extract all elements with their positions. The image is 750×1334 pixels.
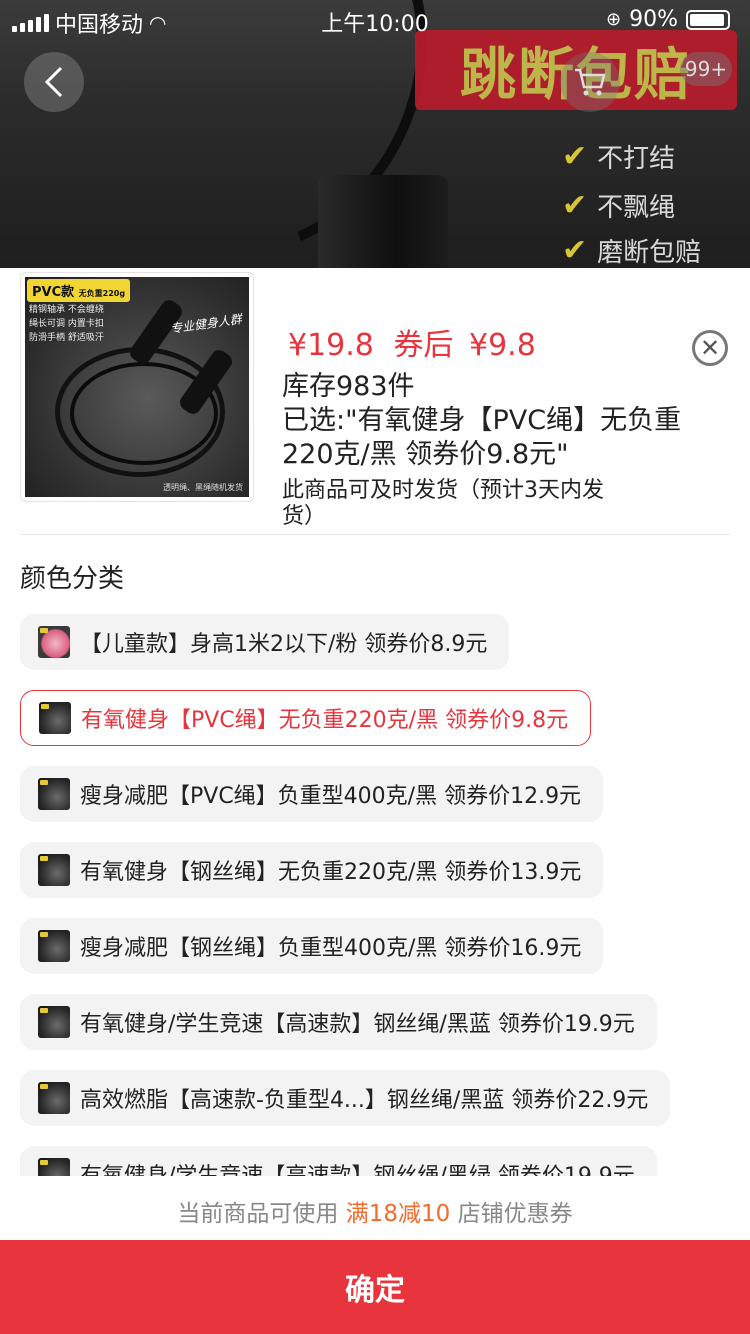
coupon-price: ¥9.8 (468, 328, 536, 363)
thumbnail-features: 精钢轴承 不会缠绕 绳长可调 内置卡扣 防滑手柄 舒适吸汗 (29, 303, 104, 345)
pink-rope-icon (38, 626, 70, 658)
coupon-prefix: 当前商品可使用 (177, 1201, 339, 1227)
option-chip[interactable]: 有氧健身/学生竞速【高速款】钢丝绳/黑绿 领券价19.9元 (20, 1146, 657, 1176)
option-label: 有氧健身/学生竞速【高速款】钢丝绳/黑蓝 领券价19.9元 (80, 1012, 635, 1037)
battery-icon (686, 9, 730, 30)
option-chip[interactable]: 瘦身减肥【PVC绳】负重型400克/黑 领券价12.9元 (20, 766, 604, 822)
coupon-highlight: 满18减10 (345, 1201, 451, 1227)
black-rope-icon (38, 930, 70, 962)
coupon-price-label: 券后 (393, 328, 454, 363)
thumbnail-tag-sub: 无负重220g (78, 289, 126, 298)
option-label: 【儿童款】身高1米2以下/粉 领券价8.9元 (80, 632, 488, 657)
option-chip[interactable]: 瘦身减肥【钢丝绳】负重型400克/黑 领券价16.9元 (20, 918, 604, 974)
option-label: 有氧健身【钢丝绳】无负重220克/黑 领券价13.9元 (80, 860, 582, 885)
option-chip[interactable]: 【儿童款】身高1米2以下/粉 领券价8.9元 (20, 614, 510, 670)
thumbnail-image: PVC款 无负重220g 精钢轴承 不会缠绕 绳长可调 内置卡扣 防滑手柄 舒适… (25, 277, 249, 497)
sku-selector-sheet: PVC款 无负重220g 精钢轴承 不会缠绕 绳长可调 内置卡扣 防滑手柄 舒适… (0, 268, 750, 1334)
orientation-lock-icon: ⊕ (606, 9, 622, 30)
thumbnail-feature: 绳长可调 内置卡扣 (29, 319, 104, 329)
thumbnail-feature: 防滑手柄 舒适吸汗 (29, 333, 104, 343)
feature-label: 不打结 (597, 144, 676, 174)
option-label: 高效燃脂【高速款-负重型4...】钢丝绳/黑蓝 领券价22.9元 (80, 1088, 649, 1113)
feature-item: ✔ 不打结 (562, 138, 675, 175)
selected-sku: 已选:"有氧健身【PVC绳】无负重220克/黑 领券价9.8元" (282, 405, 682, 470)
option-list[interactable]: 【儿童款】身高1米2以下/粉 领券价8.9元 有氧健身【PVC绳】无负重220克… (20, 614, 740, 1176)
price-line: ¥19.8 券后 ¥9.8 (288, 320, 536, 364)
black-rope-icon (38, 778, 70, 810)
option-label: 瘦身减肥【PVC绳】负重型400克/黑 领券价12.9元 (80, 784, 582, 809)
back-button[interactable] (24, 52, 84, 112)
coupon-bar: 当前商品可使用 满18减10 店铺优惠券 (0, 1194, 750, 1228)
thumbnail-tag: PVC款 无负重220g (27, 279, 131, 302)
option-label: 有氧健身/学生竞速【高速款】钢丝绳/黑绿 领券价19.9元 (80, 1158, 635, 1176)
feature-item: ✔ 不飘绳 (562, 187, 675, 224)
black-rope-icon (38, 1006, 70, 1038)
divider (20, 534, 730, 535)
price: ¥19.8 (288, 328, 374, 363)
chevron-left-icon (44, 66, 63, 98)
black-rope-icon (39, 702, 71, 734)
stock-count: 库存983件 (282, 371, 415, 402)
status-bar: 中国移动 ◠ 上午10:00 ⊕ 90% (0, 0, 750, 40)
option-chip[interactable]: 高效燃脂【高速款-负重型4...】钢丝绳/黑蓝 领券价22.9元 (20, 1070, 671, 1126)
feature-item: ✔ 磨断包赔 (562, 232, 701, 268)
section-title: 颜色分类 (20, 564, 125, 594)
cart-icon (575, 68, 606, 96)
coupon-suffix: 店铺优惠券 (457, 1201, 573, 1227)
option-chip-selected[interactable]: 有氧健身【PVC绳】无负重220克/黑 领券价9.8元 (20, 690, 592, 746)
black-rope-icon (38, 854, 70, 886)
black-rope-icon (38, 1158, 70, 1176)
black-rope-icon (38, 1082, 70, 1114)
check-icon: ✔ (562, 233, 588, 268)
shipping-info: 此商品可及时发货（预计3天内发货） (282, 478, 604, 529)
feature-label: 磨断包赔 (597, 238, 702, 268)
battery-percent: 90% (629, 7, 678, 32)
option-label: 有氧健身【PVC绳】无负重220克/黑 领券价9.8元 (81, 708, 569, 733)
close-icon: ✕ (699, 334, 721, 362)
feature-label: 不飘绳 (597, 193, 676, 223)
option-chip[interactable]: 有氧健身/学生竞速【高速款】钢丝绳/黑蓝 领券价19.9元 (20, 994, 657, 1050)
check-icon: ✔ (562, 188, 588, 223)
option-label: 瘦身减肥【钢丝绳】负重型400克/黑 领券价16.9元 (80, 936, 582, 961)
cart-button[interactable] (560, 52, 620, 112)
confirm-label: 确定 (345, 1273, 405, 1308)
product-hero-image: 跳断包赔 ✔ 不打结 ✔ 不飘绳 ✔ 磨断包赔 (0, 0, 750, 268)
close-button[interactable]: ✕ (692, 330, 728, 366)
cart-badge: 99+ (680, 52, 732, 86)
option-chip[interactable]: 有氧健身【钢丝绳】无负重220克/黑 领券价13.9元 (20, 842, 604, 898)
thumbnail-tag-label: PVC款 (32, 285, 75, 300)
confirm-button[interactable]: 确定 (0, 1240, 750, 1334)
thumbnail-feature: 精钢轴承 不会缠绕 (29, 305, 104, 315)
check-icon: ✔ (562, 139, 588, 174)
rope-handle-illustration (318, 175, 448, 268)
thumbnail-footer: 透明绳、黑绳随机发货 (163, 483, 243, 492)
product-thumbnail[interactable]: PVC款 无负重220g 精钢轴承 不会缠绕 绳长可调 内置卡扣 防滑手柄 舒适… (20, 272, 254, 502)
